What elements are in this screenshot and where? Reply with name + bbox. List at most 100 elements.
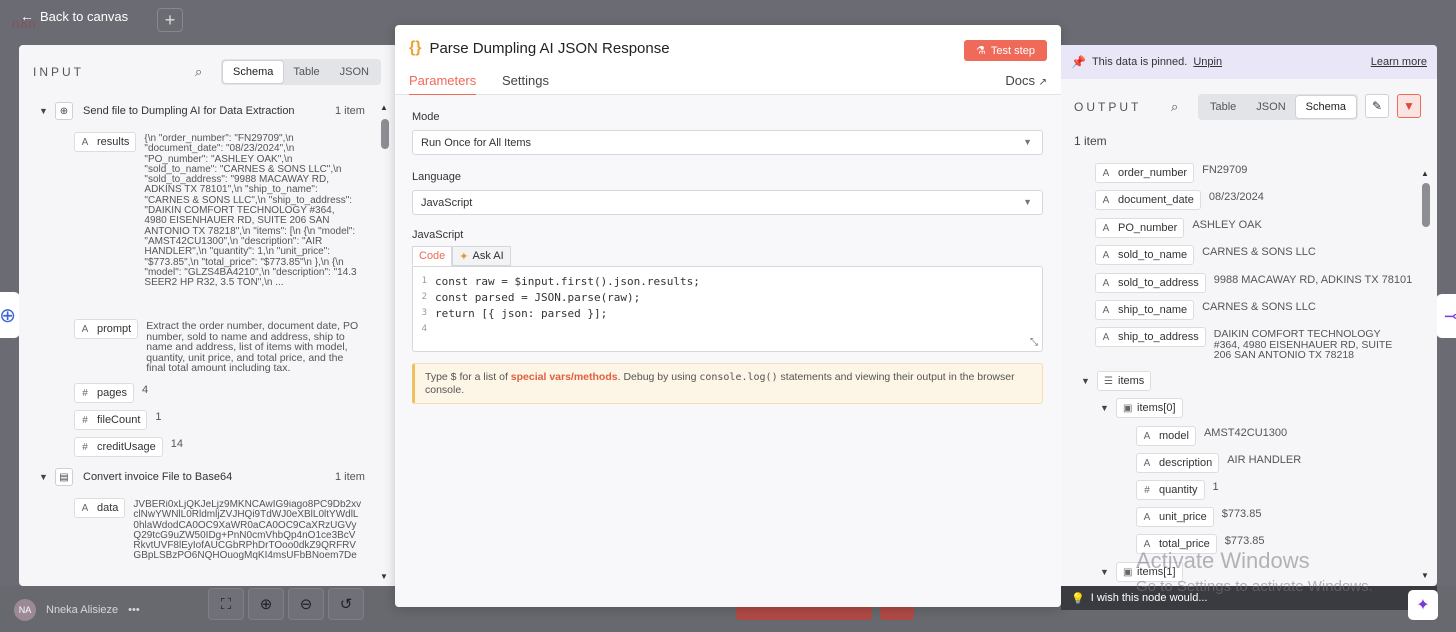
add-node-button[interactable]: + bbox=[157, 8, 183, 32]
back-to-canvas-link[interactable]: ← Back to canvas bbox=[20, 8, 128, 24]
input-node-row[interactable]: ▼ ⊕ Send file to Dumpling AI for Data Ex… bbox=[39, 102, 295, 120]
schema-field: Aship_to_name CARNES & SONS LLC bbox=[1095, 300, 1316, 320]
search-icon[interactable]: ⌕ bbox=[195, 64, 202, 80]
field-key[interactable]: A results bbox=[74, 132, 137, 152]
left-node-globe-icon[interactable]: ⊕ bbox=[0, 292, 20, 338]
tab-json[interactable]: JSON bbox=[1246, 96, 1295, 118]
right-node-connector-icon[interactable]: ⊸ bbox=[1436, 294, 1456, 338]
fit-view-icon[interactable]: ⛶ bbox=[208, 588, 244, 620]
test-step-button[interactable]: ⚗ Test step bbox=[964, 40, 1047, 61]
string-type-icon: A bbox=[1102, 304, 1110, 316]
field-key[interactable]: A data bbox=[74, 498, 126, 518]
parameters-body: Mode Run Once for All Items ▼ Language J… bbox=[395, 95, 1061, 607]
output-panel: 📌 This data is pinned. Unpin Learn more … bbox=[1061, 45, 1437, 586]
field-key[interactable]: Adocument_date bbox=[1095, 190, 1201, 210]
field-value: $773.85 bbox=[1221, 508, 1262, 520]
number-type-icon: # bbox=[1144, 484, 1150, 496]
field-key[interactable]: Asold_to_address bbox=[1095, 273, 1206, 293]
scrollbar-thumb[interactable] bbox=[381, 119, 389, 149]
field-key[interactable]: A prompt bbox=[74, 319, 139, 339]
field-value: FN29709 bbox=[1202, 164, 1248, 176]
pinned-banner: 📌 This data is pinned. Unpin Learn more bbox=[1061, 45, 1437, 79]
code-line: 3 return [{ json: parsed }]; bbox=[421, 307, 608, 320]
ai-assistant-sparkle-icon[interactable]: ✦ bbox=[1408, 590, 1438, 620]
node-title[interactable]: Parse Dumpling AI JSON Response bbox=[429, 40, 669, 57]
user-menu[interactable]: NA Nneka Alisieze ••• bbox=[14, 599, 140, 621]
chevron-down-icon[interactable]: ▼ bbox=[1100, 567, 1116, 577]
activate-windows-subtitle: Go to Settings to activate Windows. bbox=[1136, 578, 1373, 595]
code-node-icon: {} bbox=[409, 39, 422, 56]
field-key[interactable]: # quantity bbox=[1136, 480, 1205, 500]
schema-field: A prompt Extract the order number, docum… bbox=[74, 319, 364, 374]
tab-json[interactable]: JSON bbox=[330, 61, 379, 83]
scroll-down-arrow[interactable]: ▼ bbox=[1421, 571, 1429, 580]
unpin-link[interactable]: Unpin bbox=[1193, 56, 1222, 68]
field-value: 08/23/2024 bbox=[1208, 191, 1264, 203]
field-key[interactable]: ☰ items bbox=[1097, 371, 1152, 391]
scroll-down-arrow[interactable]: ▼ bbox=[380, 572, 388, 581]
items-0-row[interactable]: ▼ ▣ items[0] bbox=[1100, 398, 1183, 418]
field-key[interactable]: Aship_to_name bbox=[1095, 300, 1195, 320]
chevron-down-icon: ▼ bbox=[1023, 137, 1032, 147]
field-value: CARNES & SONS LLC bbox=[1202, 301, 1316, 313]
more-options-icon[interactable]: ••• bbox=[128, 604, 140, 616]
pin-data-icon[interactable]: ▼ bbox=[1397, 94, 1421, 118]
reset-zoom-icon[interactable]: ↺ bbox=[328, 588, 364, 620]
field-key[interactable]: A PO_number bbox=[1095, 218, 1185, 238]
schema-field: Adocument_date 08/23/2024 bbox=[1095, 190, 1264, 210]
learn-more-link[interactable]: Learn more bbox=[1371, 56, 1427, 68]
input-node-row[interactable]: ▼ ▤ Convert invoice File to Base64 bbox=[39, 468, 232, 486]
chevron-down-icon[interactable]: ▼ bbox=[1100, 403, 1116, 413]
scrollbar-thumb[interactable] bbox=[1422, 183, 1430, 227]
tab-parameters[interactable]: Parameters bbox=[409, 73, 477, 96]
docs-link[interactable]: Docs ↗ bbox=[1005, 73, 1047, 88]
field-value: Extract the order number, document date,… bbox=[146, 320, 359, 374]
resize-handle-icon[interactable]: ⤡ bbox=[1030, 337, 1038, 348]
flask-icon: ⚗ bbox=[976, 45, 986, 57]
zoom-in-icon[interactable]: ⊕ bbox=[248, 588, 284, 620]
chevron-down-icon[interactable]: ▼ bbox=[39, 106, 55, 116]
mode-select[interactable]: Run Once for All Items ▼ bbox=[412, 130, 1043, 155]
tab-schema[interactable]: Schema bbox=[223, 61, 284, 83]
field-key[interactable]: # fileCount bbox=[74, 410, 148, 430]
language-select[interactable]: JavaScript ▼ bbox=[412, 190, 1043, 215]
chevron-down-icon[interactable]: ▼ bbox=[39, 472, 55, 482]
back-to-canvas-label: Back to canvas bbox=[40, 8, 129, 24]
file-icon: ▤ bbox=[55, 468, 73, 486]
tab-table[interactable]: Table bbox=[1200, 96, 1246, 118]
items-array-row[interactable]: ▼ ☰ items bbox=[1081, 371, 1152, 391]
field-value: ASHLEY OAK bbox=[1192, 219, 1262, 231]
field-key[interactable]: ▣ items[0] bbox=[1116, 398, 1183, 418]
edit-pencil-icon[interactable]: ✎ bbox=[1365, 94, 1389, 118]
field-key[interactable]: Aorder_number bbox=[1095, 163, 1195, 183]
special-vars-link[interactable]: special vars/methods bbox=[511, 371, 618, 383]
tab-settings[interactable]: Settings bbox=[502, 73, 549, 94]
field-key[interactable]: Amodel bbox=[1136, 426, 1196, 446]
string-type-icon: A bbox=[1143, 511, 1151, 523]
field-key[interactable]: # pages bbox=[74, 383, 134, 403]
code-hint: Type $ for a list of special vars/method… bbox=[412, 363, 1043, 404]
field-key[interactable]: Aship_to_address bbox=[1095, 327, 1206, 347]
tab-schema[interactable]: Schema bbox=[1295, 96, 1356, 118]
tab-table[interactable]: Table bbox=[283, 61, 329, 83]
schema-field: # creditUsage 14 bbox=[74, 437, 183, 457]
field-key[interactable]: # creditUsage bbox=[74, 437, 163, 457]
chevron-down-icon[interactable]: ▼ bbox=[1081, 376, 1097, 386]
search-icon[interactable]: ⌕ bbox=[1171, 99, 1178, 115]
string-type-icon: A bbox=[81, 502, 89, 514]
field-key[interactable]: Adescription bbox=[1136, 453, 1220, 473]
code-editor[interactable]: 1 const raw = $input.first().json.results… bbox=[412, 266, 1043, 352]
scroll-up-arrow[interactable]: ▲ bbox=[380, 103, 388, 112]
tab-code[interactable]: Code bbox=[412, 246, 453, 266]
tab-ask-ai[interactable]: ✦ Ask AI bbox=[452, 246, 511, 266]
zoom-out-icon[interactable]: ⊖ bbox=[288, 588, 324, 620]
scroll-up-arrow[interactable]: ▲ bbox=[1421, 169, 1429, 178]
field-key[interactable]: Aunit_price bbox=[1136, 507, 1214, 527]
user-name: Nneka Alisieze bbox=[46, 604, 119, 616]
language-label: Language bbox=[412, 171, 461, 183]
field-key[interactable]: Asold_to_name bbox=[1095, 245, 1195, 265]
string-type-icon: A bbox=[81, 136, 89, 148]
string-type-icon: A bbox=[1102, 277, 1110, 289]
item-count: 1 item bbox=[335, 105, 365, 117]
string-type-icon: A bbox=[81, 323, 89, 335]
